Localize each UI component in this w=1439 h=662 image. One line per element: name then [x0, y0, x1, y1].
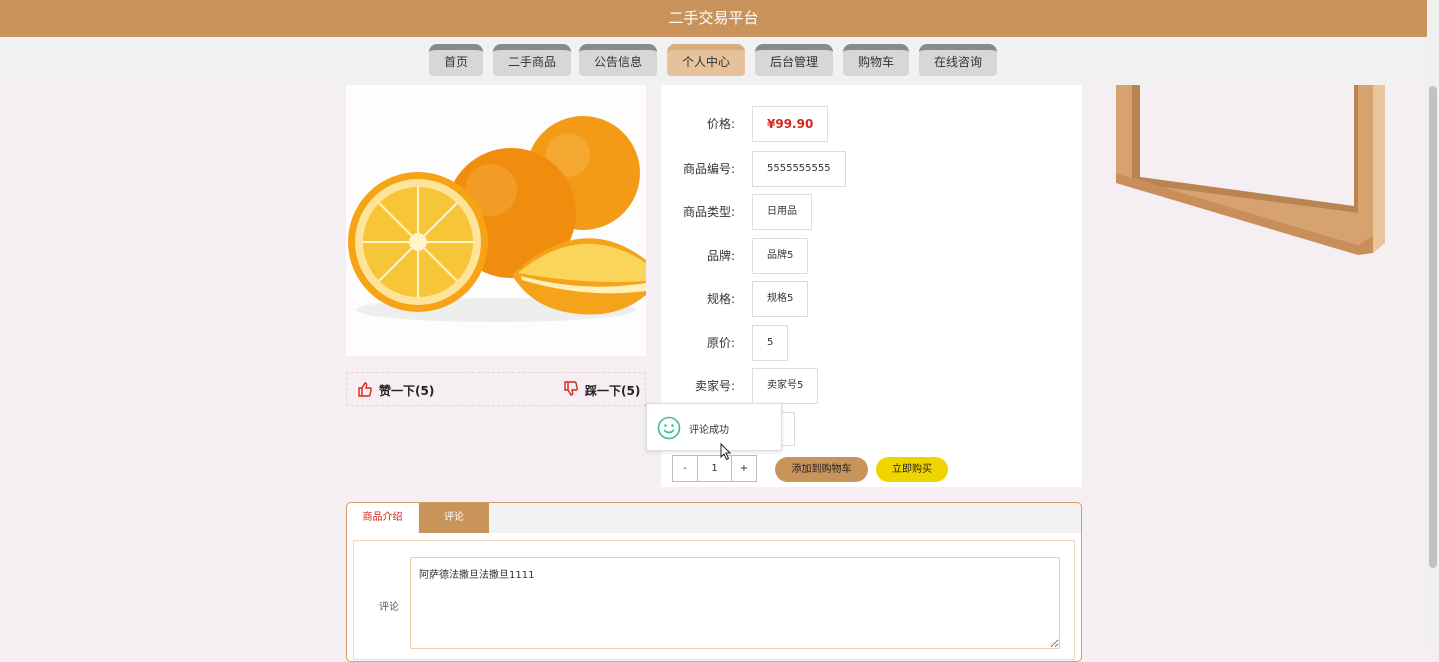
- brand-label: 品牌:: [706, 249, 735, 263]
- page-scrollbar[interactable]: [1427, 0, 1439, 648]
- spec-label: 规格:: [706, 292, 735, 306]
- success-toast: 评论成功: [646, 403, 782, 451]
- thumbs-down-icon: [564, 381, 578, 396]
- type-row: 商品类型: 日用品: [661, 194, 1082, 230]
- tab-header: 商品介绍 评论: [347, 503, 1081, 533]
- scrollbar-thumb[interactable]: [1429, 86, 1437, 568]
- code-value: 5555555555: [752, 151, 846, 187]
- nav-home[interactable]: 首页: [429, 44, 483, 76]
- add-to-cart-button[interactable]: 添加到购物车: [775, 457, 868, 482]
- price-label: 价格:: [706, 117, 735, 131]
- vote-bar: 赞一下(5) 踩一下(5): [346, 372, 646, 406]
- comment-form: 评论 阿萨德法撒旦法撒旦1111: [353, 540, 1075, 660]
- type-label: 商品类型:: [682, 205, 735, 219]
- original-price-label: 原价:: [706, 336, 735, 350]
- dislike-button[interactable]: 踩一下(5): [563, 381, 641, 399]
- like-button[interactable]: 赞一下(5): [357, 382, 434, 399]
- tab-product-intro[interactable]: 商品介绍: [347, 503, 418, 533]
- app-title-bar: 二手交易平台: [0, 0, 1427, 37]
- like-label: 赞一下(5): [379, 384, 435, 398]
- nav-announcements[interactable]: 公告信息: [579, 44, 657, 76]
- quantity-increment-button[interactable]: +: [731, 455, 757, 482]
- seller-row: 卖家号: 卖家号5: [661, 368, 1082, 404]
- code-row: 商品编号: 5555555555: [661, 151, 1082, 187]
- brand-row: 品牌: 品牌5: [661, 238, 1082, 274]
- buy-now-button[interactable]: 立即购买: [876, 457, 948, 482]
- seller-label: 卖家号:: [694, 379, 735, 393]
- tab-comments[interactable]: 评论: [419, 503, 489, 533]
- app-title: 二手交易平台: [668, 9, 759, 27]
- thumbs-up-icon: [358, 382, 372, 397]
- spec-row: 规格: 规格5: [661, 281, 1082, 317]
- smile-icon: [657, 416, 681, 440]
- product-tabs: 商品介绍 评论 评论 阿萨德法撒旦法撒旦1111: [346, 502, 1082, 662]
- nav-cart[interactable]: 购物车: [843, 44, 909, 76]
- mouse-pointer-icon: [720, 443, 732, 461]
- comment-label: 评论: [379, 602, 399, 613]
- brand-value: 品牌5: [752, 238, 809, 274]
- price-row: 价格: ¥99.90: [661, 106, 1082, 142]
- spec-value: 规格5: [752, 281, 809, 317]
- nav-online-consult[interactable]: 在线咨询: [919, 44, 997, 76]
- nav-admin[interactable]: 后台管理: [755, 44, 833, 76]
- nav-personal-center[interactable]: 个人中心: [667, 44, 745, 76]
- original-price-row: 原价: 5: [661, 325, 1082, 361]
- toast-message: 评论成功: [689, 425, 729, 436]
- dislike-label: 踩一下(5): [585, 384, 641, 398]
- seller-value: 卖家号5: [752, 368, 819, 404]
- nav-second-hand-goods[interactable]: 二手商品: [493, 44, 571, 76]
- decorative-frame: [1116, 85, 1385, 255]
- quantity-decrement-button[interactable]: -: [672, 455, 698, 482]
- original-price-value: 5: [752, 325, 789, 361]
- comment-textarea[interactable]: 阿萨德法撒旦法撒旦1111: [410, 557, 1060, 649]
- product-image: [346, 85, 646, 356]
- type-value: 日用品: [752, 194, 812, 230]
- main-navigation: 首页 二手商品 公告信息 个人中心 后台管理 购物车 在线咨询: [0, 37, 1427, 85]
- oranges-illustration: [348, 116, 646, 322]
- code-label: 商品编号:: [682, 162, 735, 176]
- price-value: ¥99.90: [752, 106, 829, 142]
